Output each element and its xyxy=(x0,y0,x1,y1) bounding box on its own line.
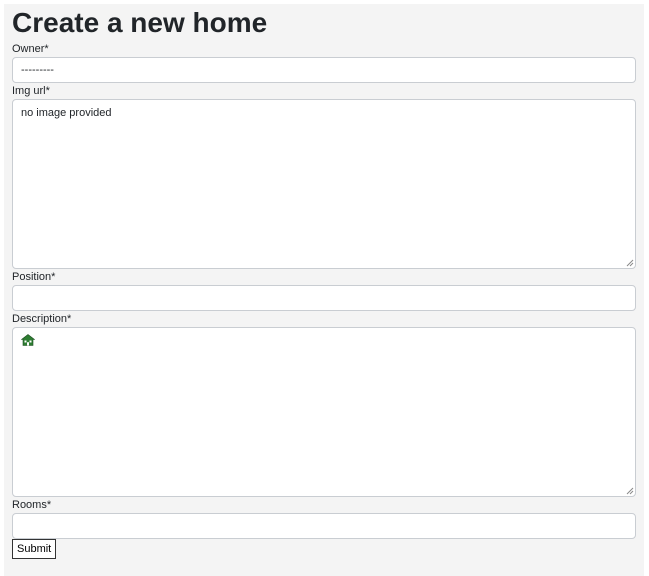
rooms-label: Rooms* xyxy=(12,499,52,511)
owner-label: Owner* xyxy=(12,43,49,55)
rooms-input[interactable] xyxy=(12,513,636,539)
description-label: Description* xyxy=(12,313,72,325)
img-url-value: no image provided xyxy=(21,107,112,119)
img-url-textarea[interactable]: no image provided xyxy=(12,99,636,269)
position-input[interactable] xyxy=(12,285,636,311)
resize-grip-icon[interactable] xyxy=(626,259,634,267)
submit-button[interactable]: Submit xyxy=(12,539,57,559)
owner-selected-value: --------- xyxy=(21,64,54,76)
home-icon xyxy=(21,334,35,346)
owner-select[interactable]: --------- xyxy=(12,57,636,83)
page-title: Create a new home xyxy=(12,7,268,38)
description-textarea[interactable] xyxy=(12,327,636,497)
create-home-form-page: Create a new home Owner* --------- Img u… xyxy=(4,4,644,576)
position-label: Position* xyxy=(12,271,56,283)
resize-grip-icon[interactable] xyxy=(626,487,634,495)
img-url-label: Img url* xyxy=(12,85,50,97)
